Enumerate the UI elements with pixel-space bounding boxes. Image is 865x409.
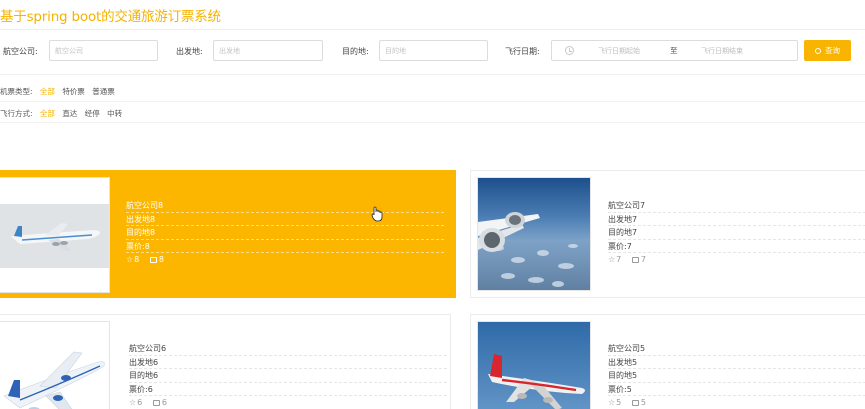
favorite-count: 7 <box>616 255 622 265</box>
airline-name: 航空公司6 <box>129 342 447 356</box>
origin: 出发地5 <box>608 356 865 370</box>
flight-info: 航空公司8 出发地8 目的地8 票价:8 ☆8 8 <box>126 199 444 267</box>
airline-name: 航空公司7 <box>608 199 865 213</box>
comment-icon <box>631 257 639 264</box>
date-start-input[interactable]: 飞行日期起始 <box>598 46 640 56</box>
star-icon: ☆ <box>608 255 616 265</box>
search-icon <box>815 48 821 54</box>
ticket-type-option-special[interactable]: 特价票 <box>62 87 85 96</box>
filter-divider <box>0 101 865 102</box>
star-icon: ☆ <box>129 398 137 408</box>
airline-input[interactable] <box>49 40 158 61</box>
flight-mode-option-stopover[interactable]: 经停 <box>85 109 100 118</box>
flight-info: 航空公司5 出发地5 目的地5 票价:5 ☆5 5 <box>608 342 865 409</box>
price: 票价:5 <box>608 383 865 397</box>
card-meta: ☆5 5 <box>608 396 865 409</box>
comment-count: 6 <box>161 398 167 408</box>
flight-mode-option-direct[interactable]: 直达 <box>62 109 77 118</box>
airline-label: 航空公司: <box>3 47 38 56</box>
title-divider <box>0 29 865 30</box>
search-bar: 航空公司: 出发地: 目的地: 飞行日期: 飞行日期起始 至 飞行日期结束 查询 <box>0 38 865 64</box>
filter-divider <box>0 122 865 123</box>
card-meta: ☆7 7 <box>608 253 865 267</box>
price: 票价:7 <box>608 240 865 254</box>
star-icon: ☆ <box>126 255 134 265</box>
price: 票价:8 <box>126 240 444 254</box>
search-button[interactable]: 查询 <box>804 40 851 61</box>
price: 票价:6 <box>129 383 447 397</box>
date-label: 飞行日期: <box>505 47 540 56</box>
ticket-type-option-all[interactable]: 全部 <box>40 87 55 96</box>
comment-count: 7 <box>640 255 646 265</box>
flight-card[interactable]: 航空公司6 出发地6 目的地6 票价:6 ☆6 6 <box>0 314 451 409</box>
ticket-type-filter: 机票类型: 全部 特价票 普通票 <box>0 86 115 100</box>
comment-count: 8 <box>158 255 164 265</box>
date-range-picker[interactable]: 飞行日期起始 至 飞行日期结束 <box>551 40 798 61</box>
airline-name: 航空公司8 <box>126 199 444 213</box>
origin: 出发地6 <box>129 356 447 370</box>
comment-count: 5 <box>640 398 646 408</box>
origin-input[interactable] <box>213 40 323 61</box>
destination: 目的地8 <box>126 226 444 240</box>
filters-divider <box>0 74 865 75</box>
flight-image <box>477 177 591 291</box>
flight-image <box>0 321 110 409</box>
favorite-count: 6 <box>137 398 143 408</box>
destination: 目的地7 <box>608 226 865 240</box>
flight-image <box>477 321 591 409</box>
hand-cursor-icon <box>371 206 383 222</box>
flight-card[interactable]: 航空公司5 出发地5 目的地5 票价:5 ☆5 5 <box>470 314 865 409</box>
flight-card[interactable]: 航空公司7 出发地7 目的地7 票价:7 ☆7 7 <box>470 170 865 298</box>
flight-card[interactable]: 航空公司8 出发地8 目的地8 票价:8 ☆8 8 <box>0 170 456 298</box>
origin: 出发地7 <box>608 213 865 227</box>
origin-label: 出发地: <box>176 47 203 56</box>
favorite-count: 8 <box>134 255 140 265</box>
flight-mode-filter: 飞行方式: 全部 直达 经停 中转 <box>0 108 122 122</box>
airline-name: 航空公司5 <box>608 342 865 356</box>
flight-info: 航空公司7 出发地7 目的地7 票价:7 ☆7 7 <box>608 199 865 267</box>
card-meta: ☆6 6 <box>129 396 447 409</box>
comment-icon <box>149 257 157 264</box>
flight-mode-label: 飞行方式: <box>0 109 33 118</box>
date-end-input[interactable]: 飞行日期结束 <box>701 46 743 56</box>
destination: 目的地6 <box>129 369 447 383</box>
search-button-label: 查询 <box>825 46 840 55</box>
destination: 目的地5 <box>608 369 865 383</box>
destination-input[interactable] <box>379 40 488 61</box>
ticket-type-label: 机票类型: <box>0 87 33 96</box>
card-meta: ☆8 8 <box>126 253 444 267</box>
destination-label: 目的地: <box>342 47 369 56</box>
app-title: 基于spring boot的交通旅游订票系统 <box>0 9 221 25</box>
flight-mode-option-transfer[interactable]: 中转 <box>107 109 122 118</box>
flight-mode-option-all[interactable]: 全部 <box>40 109 55 118</box>
comment-icon <box>631 400 639 407</box>
star-icon: ☆ <box>608 398 616 408</box>
flight-image <box>0 177 110 293</box>
comment-icon <box>152 400 160 407</box>
date-separator: 至 <box>670 46 678 55</box>
ticket-type-option-normal[interactable]: 普通票 <box>92 87 115 96</box>
origin: 出发地8 <box>126 213 444 227</box>
favorite-count: 5 <box>616 398 622 408</box>
clock-icon <box>565 46 574 55</box>
flight-info: 航空公司6 出发地6 目的地6 票价:6 ☆6 6 <box>129 342 447 409</box>
